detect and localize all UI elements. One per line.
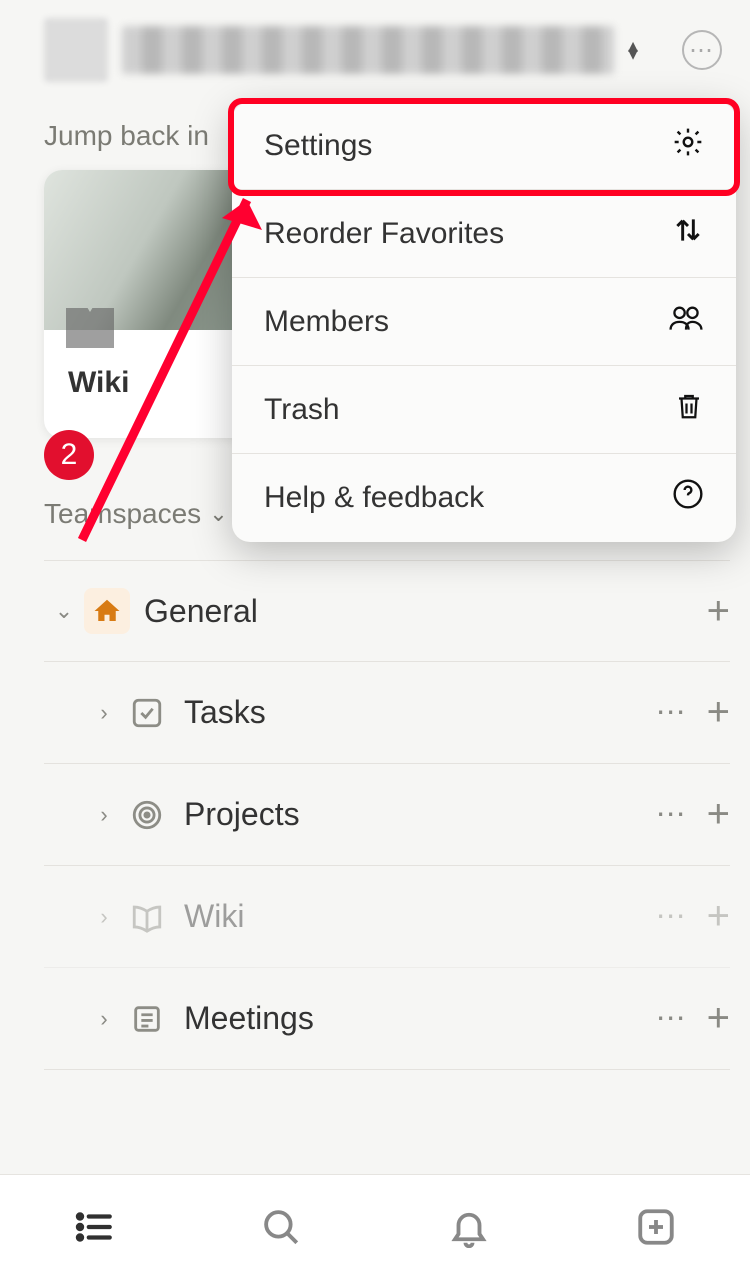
chevron-right-icon[interactable]: › — [84, 802, 124, 828]
menu-item-reorder-favorites[interactable]: Reorder Favorites — [232, 190, 736, 278]
chevron-down-icon: ⌄ — [209, 501, 227, 527]
menu-item-settings[interactable]: Settings — [232, 102, 736, 190]
book-open-icon — [124, 894, 170, 940]
trash-icon — [674, 390, 704, 430]
ellipsis-icon: ⋯ — [689, 36, 715, 65]
menu-item-label: Members — [264, 305, 389, 339]
page-title: Projects — [184, 796, 656, 833]
page-row-tasks[interactable]: › Tasks ⋯ + — [44, 662, 730, 764]
help-icon — [672, 478, 704, 518]
book-icon — [66, 308, 114, 348]
add-subpage-button[interactable]: + — [707, 690, 730, 735]
reorder-icon — [672, 214, 704, 254]
nav-search-button[interactable] — [260, 1206, 302, 1253]
nav-notifications-button[interactable] — [448, 1206, 490, 1253]
chevron-right-icon[interactable]: › — [84, 700, 124, 726]
chevron-right-icon[interactable]: › — [84, 1006, 124, 1032]
nav-list-button[interactable] — [73, 1206, 115, 1253]
menu-item-label: Reorder Favorites — [264, 217, 504, 251]
home-icon — [84, 588, 130, 634]
bottom-nav — [0, 1174, 750, 1284]
switcher-chevron-icon[interactable]: ▴▾ — [628, 42, 638, 58]
chevron-down-icon[interactable]: ⌄ — [44, 598, 84, 624]
workspace-header: ▴▾ ⋯ — [0, 0, 750, 98]
add-page-button[interactable]: + — [707, 589, 730, 634]
workspace-avatar[interactable] — [44, 18, 108, 82]
page-more-button[interactable]: ⋯ — [656, 797, 689, 832]
gear-icon — [672, 126, 704, 166]
menu-item-help-feedback[interactable]: Help & feedback — [232, 454, 736, 542]
page-more-button[interactable]: ⋯ — [656, 1001, 689, 1036]
page-row-meetings[interactable]: › Meetings ⋯ + — [44, 968, 730, 1070]
add-subpage-button[interactable]: + — [707, 996, 730, 1041]
chevron-right-icon[interactable]: › — [84, 904, 124, 930]
add-subpage-button[interactable]: + — [707, 792, 730, 837]
checkbox-icon — [124, 690, 170, 736]
annotation-step-badge: 2 — [44, 430, 94, 480]
menu-item-label: Settings — [264, 129, 372, 163]
teamspace-row-general[interactable]: ⌄ General + — [44, 560, 730, 662]
page-title: Wiki — [184, 898, 656, 935]
page-more-button[interactable]: ⋯ — [656, 899, 689, 934]
page-more-button[interactable]: ⋯ — [656, 695, 689, 730]
page-row-projects[interactable]: › Projects ⋯ + — [44, 764, 730, 866]
page-tree: ⌄ General + › Tasks ⋯ + › Projects ⋯ + › — [0, 540, 750, 1070]
members-icon — [668, 302, 704, 342]
menu-item-members[interactable]: Members — [232, 278, 736, 366]
nav-new-page-button[interactable] — [635, 1206, 677, 1253]
teamspace-name: General — [144, 593, 707, 630]
add-subpage-button[interactable]: + — [707, 894, 730, 939]
workspace-menu-popover: Settings Reorder Favorites Members Trash… — [232, 102, 736, 542]
target-icon — [124, 792, 170, 838]
page-title: Tasks — [184, 694, 656, 731]
menu-item-label: Trash — [264, 393, 340, 427]
page-row-wiki[interactable]: › Wiki ⋯ + — [44, 866, 730, 968]
page-title: Meetings — [184, 1000, 656, 1037]
note-icon — [124, 996, 170, 1042]
workspace-title-blurred[interactable] — [122, 26, 614, 74]
menu-item-label: Help & feedback — [264, 481, 484, 515]
more-button[interactable]: ⋯ — [682, 30, 722, 70]
menu-item-trash[interactable]: Trash — [232, 366, 736, 454]
